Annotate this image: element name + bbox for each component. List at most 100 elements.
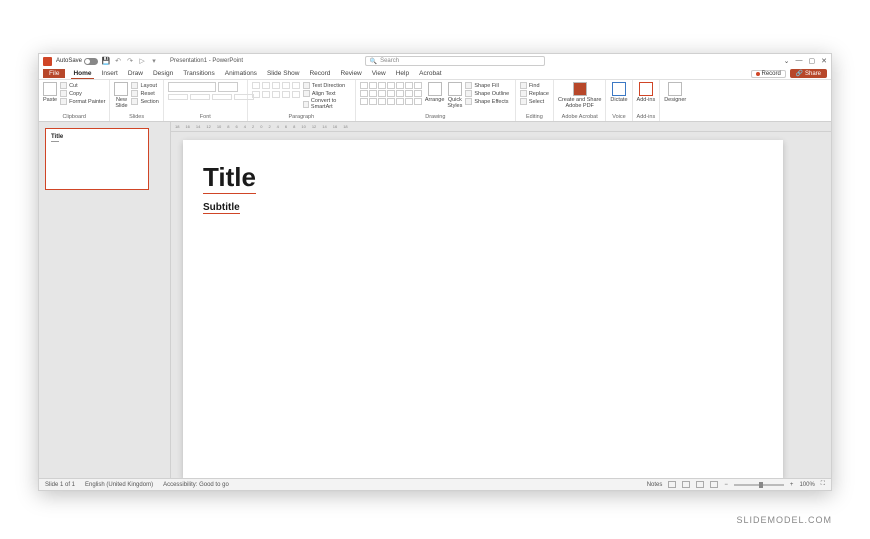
- fit-to-window-icon[interactable]: ⛶: [821, 481, 825, 488]
- reset-icon: [131, 90, 138, 97]
- align-text-button[interactable]: Align Text: [303, 90, 351, 97]
- dictate-button[interactable]: Dictate: [610, 82, 627, 103]
- shapes-gallery[interactable]: [360, 82, 422, 105]
- sorter-view-icon[interactable]: [682, 481, 690, 488]
- numbering-button[interactable]: [262, 82, 270, 89]
- search-input[interactable]: 🔍 Search: [365, 56, 545, 66]
- accessibility-indicator[interactable]: Accessibility: Good to go: [163, 482, 229, 488]
- align-right-button[interactable]: [272, 91, 280, 98]
- designer-button[interactable]: Designer: [664, 82, 686, 103]
- find-button[interactable]: Find: [520, 82, 549, 89]
- slide-indicator[interactable]: Slide 1 of 1: [45, 482, 75, 488]
- quick-styles-button[interactable]: Quick Styles: [447, 82, 462, 109]
- font-size-input[interactable]: [218, 82, 238, 92]
- zoom-level[interactable]: 100%: [799, 482, 814, 488]
- ribbon-tabstrip: File Home Insert Draw Design Transitions…: [39, 68, 831, 80]
- columns-button[interactable]: [292, 91, 300, 98]
- tab-draw[interactable]: Draw: [126, 69, 145, 78]
- create-share-pdf-button[interactable]: Create and Share Adobe PDF: [558, 82, 601, 109]
- toggle-off-icon[interactable]: [84, 58, 98, 65]
- redo-icon[interactable]: ↷: [126, 57, 134, 65]
- font-family-input[interactable]: [168, 82, 216, 92]
- slide-thumbnail-1[interactable]: Title: [45, 128, 149, 190]
- tab-transitions[interactable]: Transitions: [181, 69, 217, 78]
- save-icon[interactable]: 💾: [102, 57, 110, 65]
- addins-button[interactable]: Add-ins: [637, 82, 656, 103]
- normal-view-icon[interactable]: [668, 481, 676, 488]
- cut-icon: [60, 82, 67, 89]
- close-icon[interactable]: ✕: [821, 57, 827, 65]
- share-button[interactable]: 🔗 Share: [790, 69, 827, 78]
- start-slideshow-icon[interactable]: ▷: [138, 57, 146, 65]
- shape-effects-button[interactable]: Shape Effects: [465, 98, 509, 105]
- italic-button[interactable]: [190, 94, 210, 100]
- indent-dec-button[interactable]: [272, 82, 280, 89]
- indent-inc-button[interactable]: [282, 82, 290, 89]
- arrange-icon: [428, 82, 442, 96]
- bullets-button[interactable]: [252, 82, 260, 89]
- undo-icon[interactable]: ↶: [114, 57, 122, 65]
- cut-button[interactable]: Cut: [60, 82, 105, 89]
- maximize-icon[interactable]: ▢: [809, 57, 816, 65]
- paste-icon: [43, 82, 57, 96]
- justify-button[interactable]: [282, 91, 290, 98]
- tab-home[interactable]: Home: [71, 69, 93, 79]
- tab-file[interactable]: File: [43, 69, 65, 78]
- minimize-icon[interactable]: —: [796, 57, 803, 65]
- status-bar: Slide 1 of 1 English (United Kingdom) Ac…: [39, 478, 831, 490]
- qat-dropdown-icon[interactable]: ▾: [150, 57, 158, 65]
- slide[interactable]: Title Subtitle: [183, 140, 783, 478]
- tab-slideshow[interactable]: Slide Show: [265, 69, 302, 78]
- tab-acrobat[interactable]: Acrobat: [417, 69, 443, 78]
- replace-button[interactable]: Replace: [520, 90, 549, 97]
- notes-button[interactable]: Notes: [647, 482, 663, 488]
- slide-canvas-area[interactable]: Title Subtitle: [171, 132, 831, 478]
- bold-button[interactable]: [168, 94, 188, 100]
- slide-subtitle-placeholder[interactable]: Subtitle: [203, 202, 240, 214]
- slideshow-view-icon[interactable]: [710, 481, 718, 488]
- ribbon-options-icon[interactable]: ⌄: [784, 57, 790, 65]
- dictate-icon: [612, 82, 626, 96]
- zoom-in-icon[interactable]: +: [790, 482, 794, 488]
- arrange-button[interactable]: Arrange: [425, 82, 445, 103]
- tab-record[interactable]: Record: [307, 69, 332, 78]
- language-indicator[interactable]: English (United Kingdom): [85, 482, 153, 488]
- reading-view-icon[interactable]: [696, 481, 704, 488]
- tab-insert[interactable]: Insert: [100, 69, 120, 78]
- convert-smartart-button[interactable]: Convert to SmartArt: [303, 98, 351, 110]
- format-painter-icon: [60, 98, 67, 105]
- slide-title-placeholder[interactable]: Title: [203, 162, 763, 194]
- layout-button[interactable]: Layout: [131, 82, 158, 89]
- zoom-out-icon[interactable]: −: [724, 482, 728, 488]
- section-button[interactable]: Section: [131, 98, 158, 105]
- line-spacing-button[interactable]: [292, 82, 300, 89]
- tab-review[interactable]: Review: [338, 69, 363, 78]
- copy-icon: [60, 90, 67, 97]
- text-direction-button[interactable]: Text Direction: [303, 82, 351, 89]
- smartart-icon: [303, 101, 309, 108]
- shape-outline-button[interactable]: Shape Outline: [465, 90, 509, 97]
- align-text-icon: [303, 90, 310, 97]
- paste-button[interactable]: Paste: [43, 82, 57, 103]
- reset-button[interactable]: Reset: [131, 90, 158, 97]
- group-voice: Dictate Voice: [606, 80, 632, 121]
- tab-help[interactable]: Help: [394, 69, 411, 78]
- tab-animations[interactable]: Animations: [223, 69, 259, 78]
- format-painter-button[interactable]: Format Painter: [60, 98, 105, 105]
- record-button[interactable]: Record: [751, 70, 786, 78]
- tab-view[interactable]: View: [370, 69, 388, 78]
- tab-design[interactable]: Design: [151, 69, 175, 78]
- thumbnail-panel[interactable]: Title: [39, 122, 159, 478]
- select-button[interactable]: Select: [520, 98, 549, 105]
- new-slide-button[interactable]: New Slide: [114, 82, 128, 109]
- zoom-slider[interactable]: [734, 484, 784, 486]
- align-left-button[interactable]: [252, 91, 260, 98]
- group-drawing: Arrange Quick Styles Shape Fill Shape Ou…: [356, 80, 516, 121]
- group-acrobat: Create and Share Adobe PDF Adobe Acrobat: [554, 80, 606, 121]
- copy-button[interactable]: Copy: [60, 90, 105, 97]
- shape-fill-button[interactable]: Shape Fill: [465, 82, 509, 89]
- autosave-toggle[interactable]: AutoSave: [56, 58, 98, 65]
- thumb-title: Title: [51, 134, 143, 140]
- align-center-button[interactable]: [262, 91, 270, 98]
- underline-button[interactable]: [212, 94, 232, 100]
